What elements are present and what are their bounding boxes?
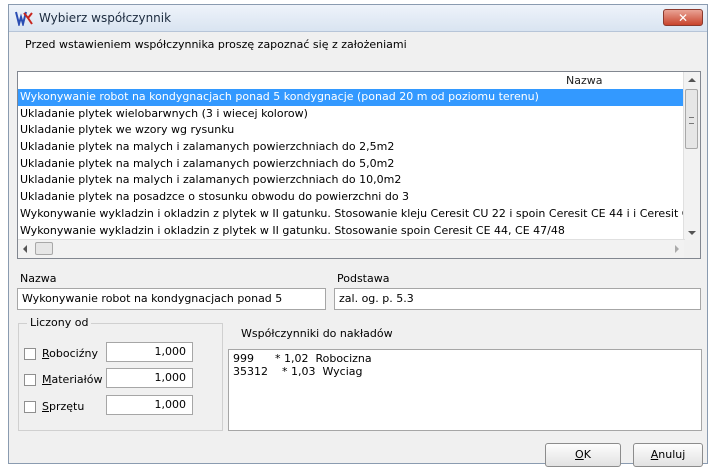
scroll-down-arrow-icon[interactable] — [688, 231, 696, 235]
robocizny-value-field[interactable]: 1,000 — [106, 342, 193, 362]
grip-icon — [689, 117, 694, 124]
scroll-left-arrow-icon[interactable] — [23, 245, 27, 253]
scroll-right-arrow-icon[interactable] — [675, 245, 679, 253]
list-item[interactable]: Wykonywanie wykladzin i okladzin z plyte… — [18, 206, 685, 223]
materialow-value-field[interactable]: 1,000 — [106, 368, 193, 388]
vertical-scrollbar[interactable] — [683, 72, 700, 241]
list-item[interactable]: Wykonywanie robot na kondygnacjach ponad… — [18, 89, 685, 106]
list-item[interactable]: Ukladanie plytek na posadzce o stosunku … — [18, 189, 685, 206]
group-title: Liczony od — [27, 316, 92, 329]
title-bar: Wybierz współczynnik ✕ — [9, 5, 707, 32]
list-item[interactable]: Ukladanie plytek wielobarwnych (3 i wiec… — [18, 106, 685, 123]
vertical-scroll-thumb[interactable] — [685, 89, 698, 149]
column-header-nazwa[interactable]: Nazwa — [566, 74, 602, 87]
sprzetu-checkbox[interactable] — [24, 401, 36, 413]
list-item[interactable]: Wykonywanie wykladzin i okladzin z plyte… — [18, 223, 685, 240]
app-logo-icon — [15, 11, 33, 26]
coefficient-line: 999 * 1,02 Robocizna — [233, 352, 372, 365]
robocizny-label[interactable]: Robociźny — [42, 347, 98, 360]
sprzetu-value-field[interactable]: 1,000 — [106, 395, 193, 415]
ok-button[interactable]: OK — [545, 443, 621, 467]
horizontal-scroll-thumb[interactable] — [35, 242, 53, 255]
list-rows: Wykonywanie robot na kondygnacjach ponad… — [18, 89, 685, 239]
scrollbar-corner — [684, 240, 700, 258]
instruction-note: Przed wstawieniem współczynnika proszę z… — [25, 38, 407, 51]
close-button[interactable]: ✕ — [663, 9, 703, 26]
horizontal-scrollbar[interactable] — [18, 239, 685, 258]
window-title: Wybierz współczynnik — [39, 11, 172, 25]
close-icon: ✕ — [677, 11, 689, 25]
nazwa-field[interactable]: Wykonywanie robot na kondygnacjach ponad… — [17, 288, 326, 310]
podstawa-label: Podstawa — [337, 272, 390, 285]
scroll-up-arrow-icon[interactable] — [688, 78, 696, 82]
list-item[interactable]: Ukladanie plytek we wzory wg rysunku — [18, 122, 685, 139]
list-item[interactable]: Ukladanie plytek na malych i zalamanych … — [18, 139, 685, 156]
nazwa-label: Nazwa — [20, 272, 57, 285]
podstawa-field[interactable]: zal. og. p. 5.3 — [334, 288, 701, 310]
materialow-label[interactable]: Materiałów — [42, 373, 103, 386]
cancel-button[interactable]: Anuluj — [633, 443, 703, 467]
coefficients-label: Współczynniki do nakładów — [241, 327, 393, 340]
list-header: Nazwa — [18, 72, 685, 90]
materialow-checkbox[interactable] — [24, 374, 36, 386]
coefficients-textarea[interactable]: 999 * 1,02 Robocizna 35312 * 1,03 Wyciag — [228, 349, 702, 431]
robocizny-checkbox[interactable] — [24, 348, 36, 360]
coefficient-list[interactable]: Nazwa Wykonywanie robot na kondygnacjach… — [17, 71, 701, 259]
list-item[interactable]: Ukladanie plytek na malych i zalamanych … — [18, 172, 685, 189]
sprzetu-label[interactable]: Sprzętu — [42, 400, 84, 413]
list-item[interactable]: Ukladanie plytek na malych i zalamanych … — [18, 156, 685, 173]
coefficient-line: 35312 * 1,03 Wyciag — [233, 365, 363, 378]
